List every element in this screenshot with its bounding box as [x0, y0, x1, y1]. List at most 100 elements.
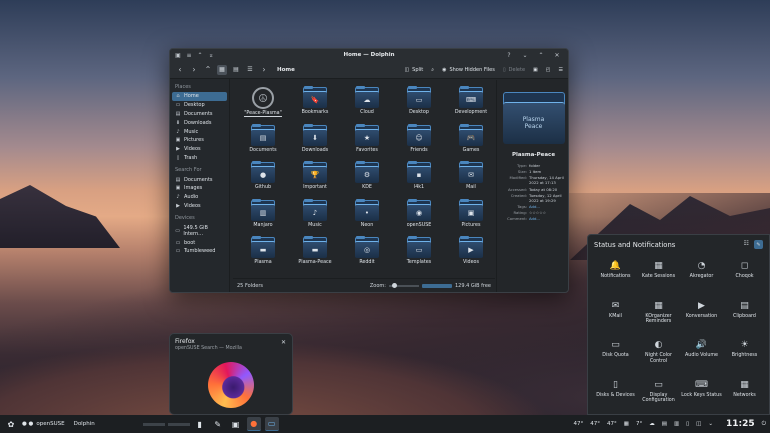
- tray-item-brightness[interactable]: ☀ Brightness: [723, 334, 766, 374]
- folder-item[interactable]: ▬ Plasma-Peace: [289, 234, 341, 272]
- device-item[interactable]: ▭ 149.5 GiB Intern…: [172, 223, 227, 238]
- folder-item[interactable]: 🎮 Games: [445, 122, 497, 160]
- hamburger-menu-icon[interactable]: ☰: [559, 67, 563, 73]
- display-icon[interactable]: ◫: [696, 421, 701, 427]
- folder-item[interactable]: ♪ Music: [289, 197, 341, 235]
- device-item[interactable]: ▭ Tumbleweed: [172, 247, 227, 256]
- up-icon[interactable]: ⌃: [203, 65, 213, 74]
- keep-above-icon[interactable]: ≡: [185, 51, 193, 59]
- sidebar-item-downloads[interactable]: ⬇ Downloads: [172, 118, 227, 127]
- maximize-icon[interactable]: ⌃: [537, 51, 545, 59]
- folder-item[interactable]: ▣ Pictures: [445, 197, 497, 235]
- close-icon[interactable]: ✕: [553, 51, 561, 59]
- sidebar-item-desktop[interactable]: ▭ Desktop: [172, 101, 227, 110]
- shade-icon[interactable]: ⌅: [207, 51, 215, 59]
- folder-item[interactable]: ▬ Plasma: [237, 234, 289, 272]
- folder-item[interactable]: ☺ Friends: [393, 122, 445, 160]
- breadcrumb[interactable]: Home: [277, 67, 295, 73]
- pin-icon[interactable]: ✎: [754, 240, 763, 249]
- terminal-icon[interactable]: ▣: [533, 67, 538, 73]
- help-icon[interactable]: ?: [505, 51, 513, 59]
- icons-view-icon[interactable]: ▦: [217, 64, 227, 75]
- tray-item-audio-volume[interactable]: 🔊 Audio Volume: [680, 334, 723, 374]
- folder-item[interactable]: ▶ Videos: [445, 234, 497, 272]
- task-manager-icon[interactable]: ▮: [193, 417, 207, 431]
- folder-item[interactable]: ⌨ Development: [445, 84, 497, 122]
- device-item[interactable]: ▭ boot: [172, 238, 227, 247]
- cpu-temp-3[interactable]: 47°: [607, 421, 617, 427]
- file-view[interactable]: ☮ "Peace-Plasma" 🔖 Bookmarks ☁ Cloud ▭ Desktop ⌨…: [233, 80, 495, 278]
- folder-item[interactable]: ◎ Reddit: [341, 234, 393, 272]
- pin-icon[interactable]: ⌃: [196, 51, 204, 59]
- expand-tray-icon[interactable]: ⌄: [708, 421, 713, 427]
- search-item-videos[interactable]: ▶ Videos: [172, 202, 227, 211]
- folder-item[interactable]: ▤ Documents: [237, 122, 289, 160]
- sidebar-item-trash[interactable]: ▯ Trash: [172, 153, 227, 162]
- preview-icon[interactable]: ◰: [546, 67, 551, 73]
- clipboard-icon[interactable]: ▤: [662, 421, 667, 427]
- meta-value[interactable]: ☆☆☆☆☆: [529, 210, 566, 215]
- sidebar-item-music[interactable]: ♪ Music: [172, 127, 227, 136]
- tray-item-disks-devices[interactable]: ▯ Disks & Devices: [594, 374, 637, 414]
- folder-item[interactable]: ★ Favorites: [341, 122, 393, 160]
- tray-item-night-color-control[interactable]: ◐ Night Color Control: [637, 334, 680, 374]
- cpu-temp-1[interactable]: 47°: [574, 421, 584, 427]
- folder-item[interactable]: 🏆 Important: [289, 159, 341, 197]
- folder-item[interactable]: ● Github: [237, 159, 289, 197]
- split-button[interactable]: ◫ Split: [404, 67, 423, 73]
- network-icon[interactable]: ▥: [674, 421, 679, 427]
- firefox-thumbnail[interactable]: Firefox openSUSE Search — Mozilla ✕: [169, 333, 293, 415]
- search-item-documents[interactable]: ▤ Documents: [172, 175, 227, 184]
- forward-icon[interactable]: ›: [189, 65, 199, 74]
- dolphin-window[interactable]: ▣ ≡ ⌃ ⌅ Home — Dolphin ? ⌄ ⌃ ✕ ‹ › ⌃ ▦ ▤…: [169, 48, 569, 293]
- close-icon[interactable]: ✕: [281, 339, 286, 346]
- sidebar-item-videos[interactable]: ▶ Videos: [172, 145, 227, 154]
- sidebar-item-home[interactable]: ⌂ Home: [172, 92, 227, 101]
- sidebar-item-documents[interactable]: ▤ Documents: [172, 110, 227, 119]
- zoom-slider[interactable]: [388, 282, 419, 288]
- zoom-slider-knob[interactable]: [391, 282, 397, 288]
- details-view-icon[interactable]: ☰: [245, 65, 255, 75]
- application-launcher-icon[interactable]: ✿: [4, 417, 18, 431]
- folder-item[interactable]: ☁ Cloud: [341, 84, 393, 122]
- delete-button[interactable]: ▯ Delete: [503, 67, 525, 73]
- folder-item[interactable]: ☮ "Peace-Plasma": [237, 84, 289, 122]
- dolphin-task-icon[interactable]: ▭: [264, 417, 279, 431]
- tray-item-clipboard[interactable]: ▤ Clipboard: [723, 295, 766, 335]
- sidebar-item-pictures[interactable]: ▣ Pictures: [172, 136, 227, 145]
- compact-view-icon[interactable]: ▤: [231, 65, 241, 75]
- weather-temp[interactable]: 7°: [636, 421, 642, 427]
- configure-icon[interactable]: ☷: [744, 240, 749, 249]
- tray-item-networks[interactable]: ▦ Networks: [723, 374, 766, 414]
- clock[interactable]: 11:25: [726, 419, 755, 429]
- tray-item-korganizer-reminders[interactable]: ▦ KOrganizer Reminders: [637, 295, 680, 335]
- minimize-icon[interactable]: ⌄: [521, 51, 529, 59]
- folder-item[interactable]: ⬇ Downloads: [289, 122, 341, 160]
- weather-cloud-icon[interactable]: ☁: [649, 421, 655, 427]
- tray-item-notifications[interactable]: 🔔 Notifications: [594, 255, 637, 295]
- search-item-images[interactable]: ▣ Images: [172, 184, 227, 193]
- app-menu-icon[interactable]: ▣: [174, 51, 182, 59]
- power-icon[interactable]: ⏻: [762, 421, 766, 428]
- title-bar[interactable]: ▣ ≡ ⌃ ⌅ Home — Dolphin ? ⌄ ⌃ ✕: [170, 49, 568, 61]
- tray-item-lock-keys-status[interactable]: ⌨ Lock Keys Status: [680, 374, 723, 414]
- folder-item[interactable]: ▥ Manjaro: [237, 197, 289, 235]
- cpu-temp-2[interactable]: 47°: [590, 421, 600, 427]
- folder-item[interactable]: ▪ l4k1: [393, 159, 445, 197]
- meta-value[interactable]: Add...: [529, 204, 566, 209]
- tray-item-kmail[interactable]: ✉ KMail: [594, 295, 637, 335]
- tray-item-konversation[interactable]: ▶ Konversation: [680, 295, 723, 335]
- folder-item[interactable]: ▭ Desktop: [393, 84, 445, 122]
- tray-item-choqok[interactable]: ◻ Choqok: [723, 255, 766, 295]
- folder-item[interactable]: ✉ Mail: [445, 159, 497, 197]
- firefox-task-icon[interactable]: ●: [246, 417, 261, 431]
- search-icon[interactable]: ⌕: [431, 67, 434, 73]
- folder-item[interactable]: ◉ openSUSE: [393, 197, 445, 235]
- pen-app-icon[interactable]: ✎: [211, 417, 225, 431]
- folder-item[interactable]: • Neon: [341, 197, 393, 235]
- pager[interactable]: ● ● openSUSE Dolphin: [22, 421, 95, 427]
- folder-item[interactable]: ⚙ KDE: [341, 159, 393, 197]
- folder-item[interactable]: 🔖 Bookmarks: [289, 84, 341, 122]
- battery-icon[interactable]: ▯: [686, 421, 689, 427]
- show-hidden-button[interactable]: ◉ Show Hidden Files: [442, 67, 495, 73]
